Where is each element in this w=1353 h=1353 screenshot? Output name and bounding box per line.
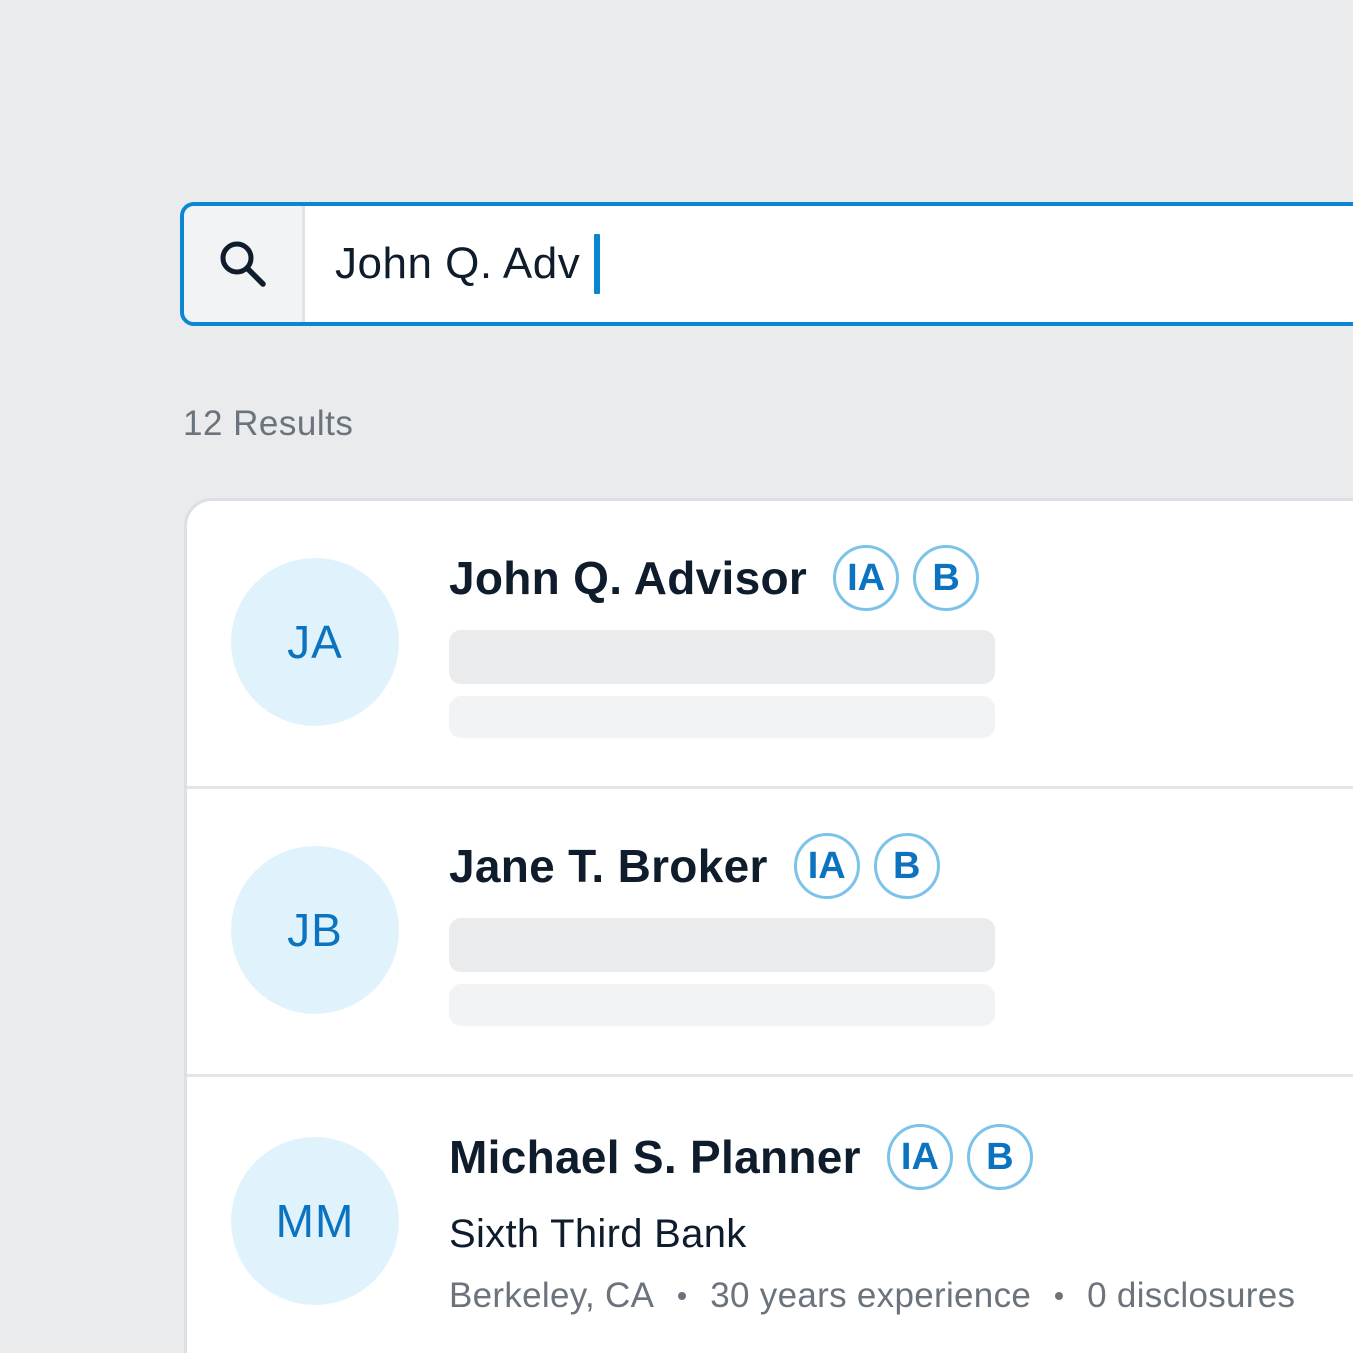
search-button[interactable]: [184, 206, 305, 322]
list-item[interactable]: JA John Q. Advisor IA B: [187, 501, 1353, 789]
result-name[interactable]: John Q. Advisor: [449, 551, 807, 605]
result-name[interactable]: Jane T. Broker: [449, 839, 768, 893]
search-icon: [220, 241, 266, 287]
result-heading: John Q. Advisor IA B: [449, 545, 980, 611]
search-input-value: John Q. Adv: [335, 239, 581, 288]
avatar: JB: [231, 846, 399, 1014]
result-heading: Jane T. Broker IA B: [449, 833, 940, 899]
avatar: MM: [231, 1137, 399, 1305]
result-details: Berkeley, CA 30 years experience 0 discl…: [449, 1276, 1295, 1316]
result-disclosures: 0 disclosures: [1087, 1276, 1296, 1315]
list-item[interactable]: JB Jane T. Broker IA B: [187, 789, 1353, 1077]
results-count: 12 Results: [183, 404, 354, 443]
loading-placeholder-details: [449, 984, 995, 1026]
text-caret: [594, 234, 601, 294]
ia-badge: IA: [886, 1124, 953, 1190]
loading-placeholder-firm: [449, 918, 995, 972]
loading-placeholder-details: [449, 696, 995, 738]
result-firm: Sixth Third Bank: [449, 1212, 747, 1256]
page: John Q. Adv 12 Results JA John Q. Adviso…: [0, 0, 1353, 1353]
result-experience: 30 years experience: [710, 1276, 1032, 1315]
b-badge: B: [966, 1124, 1033, 1190]
result-name[interactable]: Michael S. Planner: [449, 1130, 861, 1184]
ia-badge: IA: [833, 545, 900, 611]
search-input[interactable]: John Q. Adv: [305, 206, 1353, 322]
search-bar[interactable]: John Q. Adv: [180, 202, 1353, 326]
separator-dot: [678, 1292, 687, 1300]
b-badge: B: [873, 833, 940, 899]
b-badge: B: [913, 545, 980, 611]
avatar: JA: [231, 558, 399, 726]
ia-badge: IA: [793, 833, 860, 899]
loading-placeholder-firm: [449, 630, 995, 684]
list-item[interactable]: MM Michael S. Planner IA B Sixth Third B…: [187, 1080, 1353, 1353]
result-heading: Michael S. Planner IA B: [449, 1124, 1033, 1190]
separator-dot: [1055, 1292, 1064, 1300]
result-location: Berkeley, CA: [449, 1276, 655, 1315]
results-list: JA John Q. Advisor IA B JB Jane T. Broke…: [184, 498, 1353, 1353]
